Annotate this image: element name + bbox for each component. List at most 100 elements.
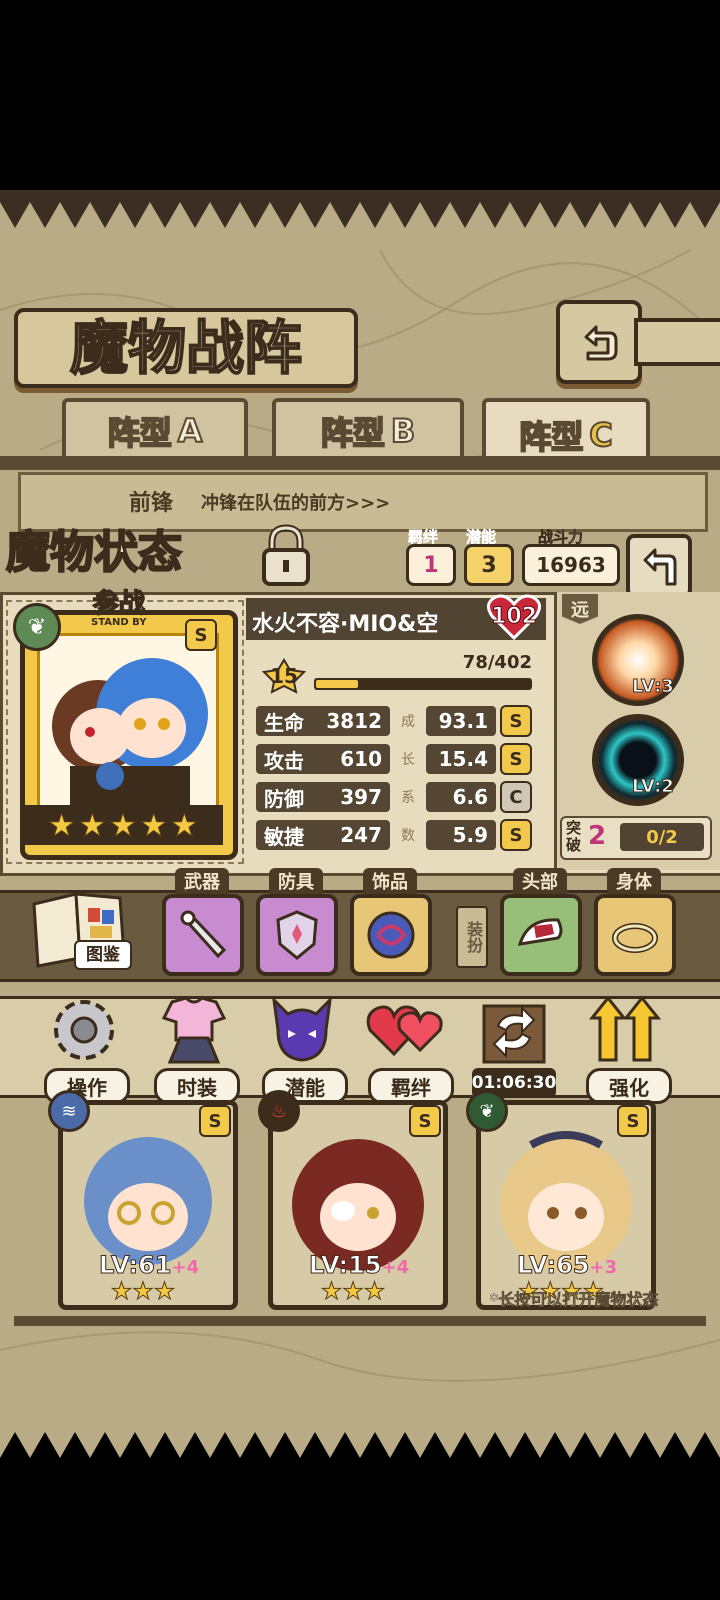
power-value: 16963 bbox=[522, 544, 620, 586]
lock-icon[interactable] bbox=[258, 524, 314, 588]
screen-title: 魔物战阵 bbox=[69, 313, 303, 383]
grade-badge: S bbox=[185, 619, 217, 651]
title-bar-extension bbox=[634, 318, 720, 366]
monster-card[interactable]: ❦ 参战 STAND BY S ★★★★★ bbox=[13, 590, 238, 860]
back-button[interactable] bbox=[556, 300, 642, 384]
growth-value: 5.9 bbox=[426, 820, 496, 850]
slot-armor[interactable]: 防具 bbox=[256, 868, 338, 976]
menu-upgrade[interactable]: 强化 bbox=[582, 990, 672, 1104]
roster-bonus: +4 bbox=[381, 1257, 410, 1278]
stats-table: 生命 3812 成 93.1 S 攻击 610 长 15.4 S 防御 397 系 6… bbox=[256, 705, 536, 851]
position-desc: 冲锋在队伍的前方>>> bbox=[201, 493, 391, 514]
armor-icon bbox=[256, 894, 338, 976]
close-status-button[interactable] bbox=[626, 534, 692, 598]
leaf-element-icon: ❦ bbox=[466, 1090, 508, 1132]
menu-bond[interactable]: 羁绊 bbox=[364, 990, 454, 1104]
encyclopedia-label: 图鉴 bbox=[74, 940, 132, 970]
roster-level-row: LV:65+3 bbox=[516, 1251, 618, 1280]
standby-label: 参战 bbox=[92, 589, 146, 619]
break-label: 突破 bbox=[566, 819, 582, 854]
swap-icon bbox=[482, 1004, 546, 1064]
roster-level: LV:65 bbox=[516, 1251, 590, 1280]
status-title-box: 魔物状态 bbox=[5, 520, 242, 586]
menu-swap[interactable]: 01:06:30 bbox=[470, 990, 558, 1100]
roster-card-2[interactable]: S LV:15+4 ★★★ bbox=[268, 1100, 448, 1310]
growth-value: 93.1 bbox=[426, 706, 496, 736]
growth-grade: C bbox=[500, 781, 532, 813]
break-panel[interactable]: 突破 2 0/2 bbox=[560, 816, 712, 860]
position-label: 前锋 bbox=[129, 491, 174, 516]
slot-label: 头部 bbox=[513, 868, 567, 894]
stat-row-attack: 攻击 610 长 15.4 S bbox=[256, 743, 536, 775]
tab-formation-b[interactable]: 阵型 B bbox=[272, 398, 464, 460]
tab-suffix: C bbox=[588, 415, 614, 455]
slot-label: 防具 bbox=[269, 868, 323, 894]
stat-label: 攻击 bbox=[264, 748, 304, 773]
skill-1-button[interactable]: LV:3 bbox=[592, 614, 684, 706]
tab-suffix: A bbox=[177, 411, 204, 451]
slot-weapon[interactable]: 武器 bbox=[162, 868, 244, 976]
slot-head[interactable]: 头部 bbox=[500, 868, 582, 976]
skill-1-level: LV:3 bbox=[632, 676, 675, 698]
stat-label: 敏捷 bbox=[264, 824, 304, 849]
menu-label: 强化 bbox=[586, 1068, 672, 1104]
slot-body[interactable]: 身体 bbox=[594, 868, 676, 976]
roster-bonus: +3 bbox=[589, 1257, 618, 1278]
stat-row-agility: 敏捷 247 数 5.9 S bbox=[256, 819, 536, 851]
outfit-icon bbox=[161, 996, 227, 1064]
slot-label: 身体 bbox=[607, 868, 661, 894]
exp-bar bbox=[314, 678, 532, 690]
encyclopedia-button[interactable]: 图鉴 bbox=[28, 886, 132, 970]
weapon-icon bbox=[162, 894, 244, 976]
monster-name: 水火不容·MIO&空 bbox=[252, 612, 439, 637]
level-value: 15 bbox=[270, 664, 298, 688]
slot-accessory[interactable]: 饰品 bbox=[350, 868, 432, 976]
bond-icon bbox=[366, 1005, 443, 1057]
accessory-icon bbox=[350, 894, 432, 976]
star-bar: ★★★★★ bbox=[25, 805, 223, 845]
body-icon bbox=[594, 894, 676, 976]
skill-2-button[interactable]: LV:2 bbox=[592, 714, 684, 806]
roster-star-rating: ★★★ bbox=[110, 1277, 176, 1306]
headwear-icon bbox=[500, 894, 582, 976]
screen-title-box: 魔物战阵 bbox=[14, 308, 358, 388]
growth-grade: S bbox=[500, 705, 532, 737]
tab-label: 阵型 bbox=[107, 413, 173, 453]
roster-grade: S bbox=[199, 1105, 231, 1137]
heart-badge: 102 bbox=[486, 592, 542, 642]
roster-grade: S bbox=[617, 1105, 649, 1137]
bond-value: 1 bbox=[406, 544, 456, 586]
tab-formation-a[interactable]: 阵型 A bbox=[62, 398, 248, 460]
roster-grade: S bbox=[409, 1105, 441, 1137]
standby-badge: 参战 STAND BY bbox=[91, 589, 147, 628]
menu-potential[interactable]: 潜能 bbox=[258, 990, 348, 1104]
return-arrow-icon bbox=[643, 548, 677, 586]
slot-label: 饰品 bbox=[363, 868, 417, 894]
growth-char: 数 bbox=[401, 828, 415, 844]
roster-star-rating: ★★★ bbox=[320, 1277, 386, 1306]
menu-fashion[interactable]: 时装 bbox=[150, 990, 240, 1104]
skill-2-level: LV:2 bbox=[632, 776, 675, 798]
exp-bar-fill bbox=[316, 680, 359, 688]
break-progress: 0/2 bbox=[620, 823, 704, 851]
monster-portrait bbox=[37, 633, 219, 809]
back-arrow-icon bbox=[584, 325, 618, 361]
growth-grade: S bbox=[500, 743, 532, 775]
stat-value: 3812 bbox=[326, 709, 382, 733]
stat-row-defense: 防御 397 系 6.6 C bbox=[256, 781, 536, 813]
bottom-border bbox=[0, 1432, 720, 1470]
tab-label: 阵型 bbox=[518, 417, 584, 457]
game-screen: 魔物战阵 阵型 A 阵型 B 阵型 C 前锋 冲锋在队伍的前方>>> 魔物状态 羁绊 … bbox=[0, 190, 720, 1470]
outfit-label: 装扮 bbox=[456, 906, 488, 968]
tab-underline bbox=[0, 456, 720, 470]
standby-sub: STAND BY bbox=[91, 617, 147, 628]
roster-stars: ★★★ bbox=[273, 1277, 433, 1306]
roster-level-row: LV:61+4 bbox=[98, 1251, 199, 1280]
roster-card-3[interactable]: S LV:65+3 ★★★★ bbox=[476, 1100, 656, 1310]
menu-label: 时装 bbox=[154, 1068, 240, 1104]
growth-value: 6.6 bbox=[426, 782, 496, 812]
break-value: 2 bbox=[588, 821, 607, 851]
menu-operate[interactable]: 操作 bbox=[40, 990, 130, 1104]
roster-card-1[interactable]: S LV:61+4 ★★★ bbox=[58, 1100, 238, 1310]
gear-icon bbox=[54, 1000, 114, 1060]
